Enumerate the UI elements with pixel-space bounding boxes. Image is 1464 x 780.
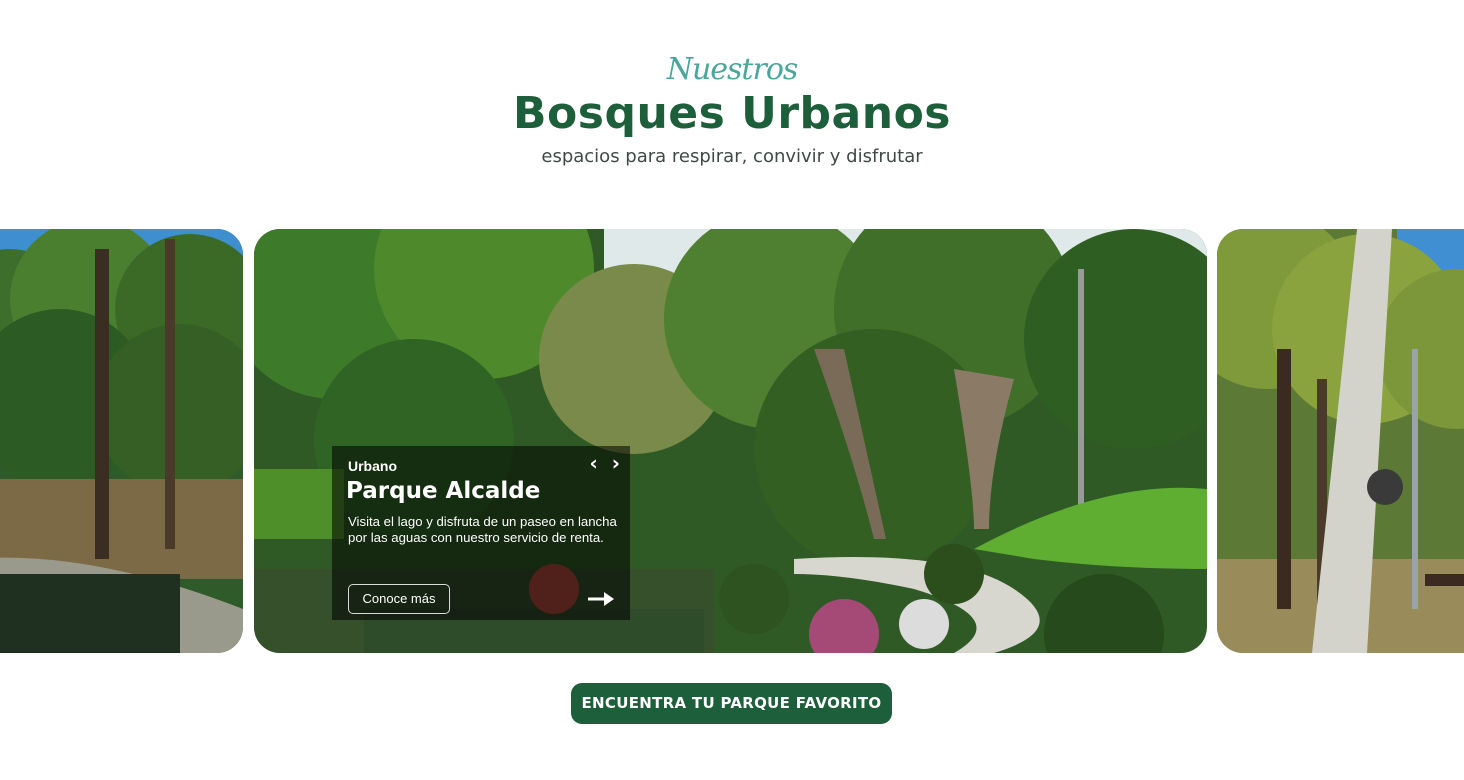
arrow-right-icon[interactable]: [588, 592, 614, 606]
find-favorite-park-button[interactable]: ENCUENTRA TU PARQUE FAVORITO: [571, 683, 892, 724]
park-name: Parque Alcalde: [346, 478, 541, 504]
section-subtitle: espacios para respirar, convivir y disfr…: [541, 146, 923, 167]
chevron-left-icon[interactable]: ‹: [590, 453, 598, 473]
carousel-slide-next[interactable]: [1217, 229, 1464, 653]
park-photo-previous: [0, 229, 243, 653]
park-category: Urbano: [348, 458, 397, 474]
section-kicker: Nuestros: [666, 52, 799, 87]
park-photo-next: [1217, 229, 1464, 653]
park-description: Visita el lago y disfruta de un paseo en…: [348, 514, 617, 545]
carousel-slide-previous[interactable]: [0, 229, 243, 653]
section-title: Bosques Urbanos: [513, 88, 951, 139]
carousel-controls: ‹ ›: [590, 453, 621, 473]
learn-more-button[interactable]: Conoce más: [348, 584, 450, 614]
chevron-right-icon[interactable]: ›: [612, 453, 620, 473]
park-info-card: Urbano ‹ › Parque Alcalde Visita el lago…: [332, 446, 630, 620]
